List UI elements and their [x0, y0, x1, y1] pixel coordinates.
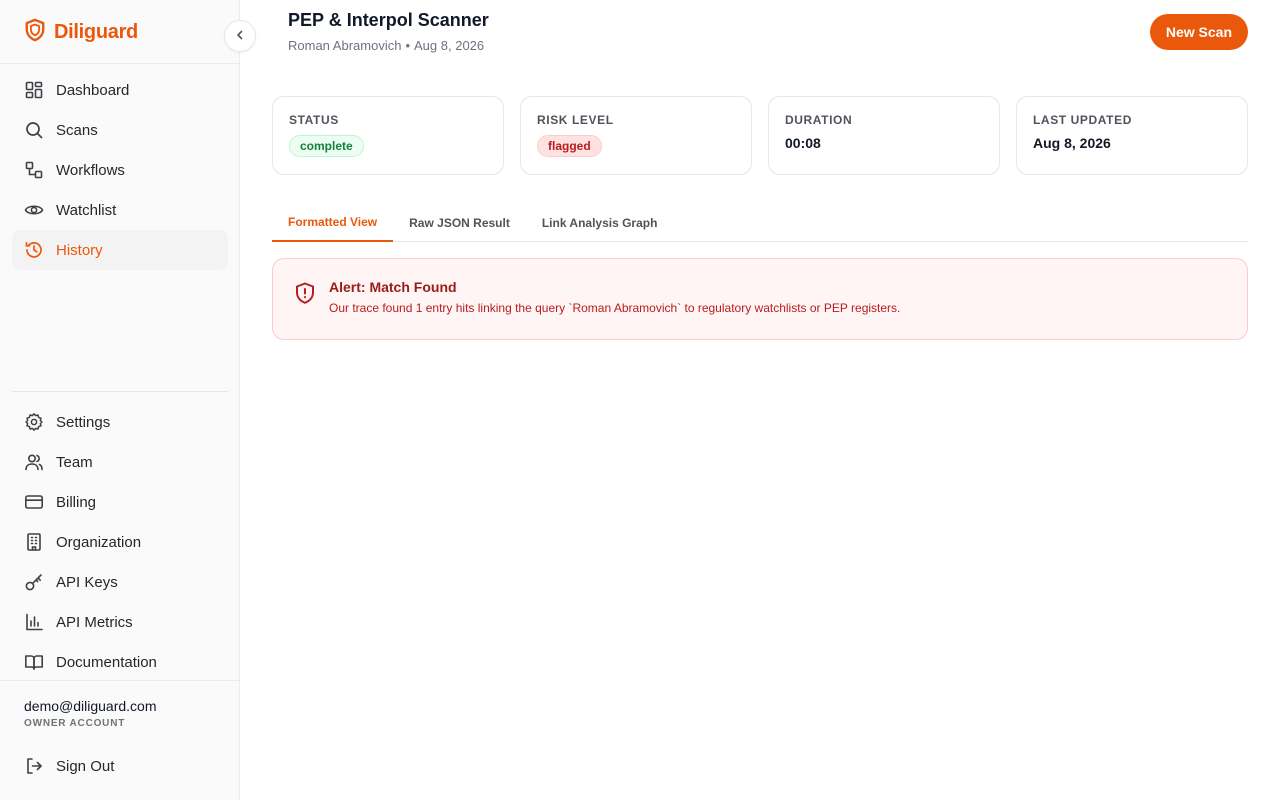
sign-out-label: Sign Out — [56, 757, 115, 775]
new-scan-button[interactable]: New Scan — [1149, 14, 1248, 50]
collapse-sidebar-button[interactable] — [224, 20, 256, 52]
card-label: Last Updated — [1033, 113, 1132, 127]
alert-body: Alert: Match Found Our trace found 1 ent… — [329, 279, 900, 339]
sidebar-item-label: Documentation — [56, 653, 157, 671]
sidebar-item-label: Workflows — [56, 161, 125, 179]
sidebar-item-label: API Keys — [56, 573, 118, 591]
sidebar-item-label: Watchlist — [56, 201, 117, 219]
users-icon — [24, 452, 44, 472]
sidebar-item-label: API Metrics — [56, 613, 133, 631]
app-root: Diliguard Dashboard Scans Workflows Watc… — [0, 0, 1280, 800]
sidebar-item-label: Dashboard — [56, 81, 130, 99]
search-icon — [24, 120, 44, 140]
summary-cards: Status complete Risk Level flagged Durat… — [272, 96, 1248, 175]
user-role: OWNER ACCOUNT — [24, 718, 126, 729]
sidebar-item-label: Billing — [56, 493, 97, 511]
page-title: PEP & Interpol Scanner — [288, 10, 489, 30]
sidebar-item-api-metrics[interactable]: API Metrics — [12, 602, 228, 642]
history-icon — [24, 240, 44, 260]
card-label: Risk Level — [537, 113, 614, 127]
building-icon — [24, 532, 44, 552]
risk-level-card: Risk Level flagged — [520, 96, 752, 175]
sidebar-item-watchlist[interactable]: Watchlist — [12, 190, 228, 230]
sidebar-item-api-keys[interactable]: API Keys — [12, 562, 228, 602]
scan-subject: Roman Abramovich — [288, 38, 402, 53]
main-nav: Dashboard Scans Workflows Watchlist Hist… — [12, 70, 228, 270]
user-email: demo@diliguard.com — [24, 698, 157, 714]
sidebar-item-organization[interactable]: Organization — [12, 522, 228, 562]
sidebar-item-settings[interactable]: Settings — [12, 402, 228, 442]
sidebar-item-label: Scans — [56, 121, 98, 139]
shield-alert-icon — [293, 281, 317, 305]
sidebar-item-label: Organization — [56, 533, 142, 551]
shield-logo-icon — [24, 18, 46, 47]
sidebar-item-documentation[interactable]: Documentation — [12, 642, 228, 682]
tab-formatted-view[interactable]: Formatted View — [272, 204, 394, 242]
main-content: PEP & Interpol Scanner Roman Abramovich … — [272, 0, 1248, 800]
gear-icon — [24, 412, 44, 432]
scan-date: Aug 8, 2026 — [414, 38, 485, 53]
key-icon — [24, 572, 44, 592]
alert-title: Alert: Match Found — [329, 279, 457, 295]
eye-icon — [24, 200, 44, 220]
book-icon — [24, 652, 44, 672]
duration-value: 00:08 — [785, 135, 821, 151]
status-card: Status complete — [272, 96, 504, 175]
sign-out-button[interactable]: Sign Out — [12, 746, 228, 786]
brand-divider — [0, 63, 239, 64]
sidebar-item-team[interactable]: Team — [12, 442, 228, 482]
last-updated-value: Aug 8, 2026 — [1033, 135, 1111, 151]
secondary-nav: Settings Team Billing Organization API K… — [12, 402, 228, 682]
risk-badge: flagged — [537, 135, 602, 157]
signout-section: Sign Out — [12, 746, 228, 786]
user-divider — [0, 680, 239, 681]
sidebar-item-label: Settings — [56, 413, 111, 431]
sidebar-item-dashboard[interactable]: Dashboard — [12, 70, 228, 110]
sidebar-item-workflows[interactable]: Workflows — [12, 150, 228, 190]
sidebar-item-history[interactable]: History — [12, 230, 228, 270]
tab-link-analysis-graph[interactable]: Link Analysis Graph — [526, 204, 674, 241]
result-tabs: Formatted View Raw JSON Result Link Anal… — [272, 204, 1248, 242]
sidebar-item-billing[interactable]: Billing — [12, 482, 228, 522]
sidebar-item-label: Team — [56, 453, 93, 471]
subtitle-separator: • — [405, 38, 411, 53]
sidebar-item-scans[interactable]: Scans — [12, 110, 228, 150]
match-alert: Alert: Match Found Our trace found 1 ent… — [272, 258, 1248, 340]
workflow-icon — [24, 160, 44, 180]
brand-name: Diliguard — [54, 20, 138, 43]
credit-card-icon — [24, 492, 44, 512]
card-label: Duration — [785, 113, 853, 127]
dashboard-icon — [24, 80, 44, 100]
logout-icon — [24, 756, 44, 776]
duration-card: Duration 00:08 — [768, 96, 1000, 175]
alert-message: Our trace found 1 entry hits linking the… — [329, 301, 901, 315]
chevron-left-icon — [234, 29, 246, 44]
card-label: Status — [289, 113, 339, 127]
status-badge: complete — [289, 135, 364, 157]
page-subtitle: Roman Abramovich • Aug 8, 2026 — [288, 38, 484, 53]
bar-chart-icon — [24, 612, 44, 632]
last-updated-card: Last Updated Aug 8, 2026 — [1016, 96, 1248, 175]
brand-logo[interactable]: Diliguard — [24, 18, 138, 46]
sidebar-item-label: History — [56, 241, 103, 259]
sidebar: Diliguard Dashboard Scans Workflows Watc… — [0, 0, 240, 800]
tab-raw-json-result[interactable]: Raw JSON Result — [393, 204, 526, 241]
nav-divider — [12, 391, 228, 392]
